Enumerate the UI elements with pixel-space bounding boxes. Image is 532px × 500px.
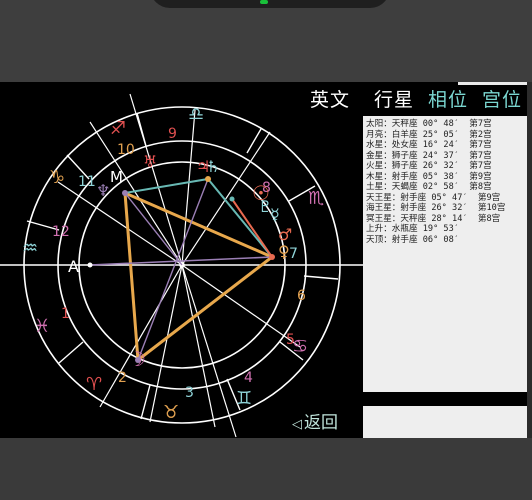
list-item: 冥王星：天秤座 28° 14′ 第8宫	[366, 213, 501, 224]
zodiac-capricorn: ♑	[49, 167, 65, 188]
pluto-glyph: ♇	[258, 197, 272, 216]
list-item: 天顶：射手座 06° 08′	[366, 234, 459, 245]
list-item: 月亮：白羊座 25° 05′ 第2宫	[366, 129, 492, 140]
zodiac-aquarius: ♒	[22, 238, 38, 259]
house-number-12: 12	[52, 224, 70, 240]
device-notch	[150, 0, 390, 8]
venus-glyph: ♀	[278, 242, 290, 261]
list-item: 上升：水瓶座 19° 53′	[366, 224, 459, 234]
tab-houses[interactable]: 宫位	[482, 86, 522, 114]
zodiac-aries: ♈	[86, 374, 102, 395]
info-footer-panel	[363, 406, 532, 438]
list-item: 土星：天蝎座 02° 58′ 第8宫	[366, 182, 492, 192]
list-item: 天王星：射手座 05° 47′ 第9宫	[366, 192, 501, 203]
zodiac-sagittarius: ♐	[110, 118, 126, 139]
list-item: 金星：狮子座 24° 37′ 第7宫	[366, 150, 492, 161]
tab-planets[interactable]: 行星	[374, 86, 414, 114]
planet-positions-list: 太阳：天秤座 00° 48′ 第7宫 月亮：白羊座 25° 05′ 第2宫 水星…	[363, 116, 532, 392]
house-number-7: 7	[289, 246, 298, 262]
indicator-light	[260, 0, 268, 4]
bottom-system-bar	[0, 438, 532, 500]
house-number-1: 1	[61, 306, 70, 322]
ascendant-label: A	[68, 257, 79, 276]
top-system-bar	[0, 0, 532, 80]
back-button[interactable]: ◁ 返回	[292, 408, 338, 433]
zodiac-taurus: ♉	[163, 402, 179, 423]
saturn-glyph: ♄	[206, 157, 220, 176]
list-item: 太阳：天秤座 00° 48′ 第7宫	[366, 119, 492, 129]
tab-aspects[interactable]: 相位	[428, 86, 468, 114]
neptune-glyph: ♆	[96, 181, 110, 200]
house-number-3: 3	[185, 385, 194, 401]
house-number-11: 11	[78, 174, 96, 190]
moon-glyph: ☽	[128, 347, 146, 371]
zodiac-pisces: ♓	[34, 316, 50, 337]
mars-glyph: ♂	[278, 225, 292, 244]
house-number-2: 2	[118, 370, 127, 386]
list-item: 木星：射手座 05° 38′ 第9宫	[366, 171, 492, 182]
house-number-10: 10	[117, 142, 135, 158]
house-number-5: 5	[286, 332, 295, 348]
house-number-9: 9	[168, 126, 177, 142]
zodiac-libra: ♎	[188, 104, 204, 125]
panel-top-strip	[458, 82, 532, 85]
tab-english[interactable]: 英文	[310, 86, 350, 114]
house-number-6: 6	[297, 288, 306, 304]
uranus-glyph: ♅	[143, 152, 157, 171]
astrology-app: ♐ ♏ ♑ ♒ ♓ ♈ ♉ ♊ ♋ ♎ 9 10 11 12 1 2 3 4 5…	[0, 82, 532, 438]
midheaven-label: M	[110, 168, 123, 186]
natal-chart-wheel: ♐ ♏ ♑ ♒ ♓ ♈ ♉ ♊ ♋ ♎ 9 10 11 12 1 2 3 4 5…	[0, 93, 365, 438]
list-item: 火星：狮子座 26° 32′ 第7宫	[366, 161, 492, 171]
screen-edge	[527, 82, 532, 438]
back-label: 返回	[304, 413, 338, 433]
zodiac-gemini: ♊	[236, 388, 252, 409]
list-item: 海王星：射手座 26° 32′ 第10宫	[366, 203, 506, 213]
house-number-4: 4	[244, 370, 253, 386]
zodiac-scorpio: ♏	[308, 188, 324, 209]
list-item: 水星：处女座 16° 24′ 第7宫	[366, 140, 492, 150]
back-arrow-icon: ◁	[292, 417, 302, 432]
